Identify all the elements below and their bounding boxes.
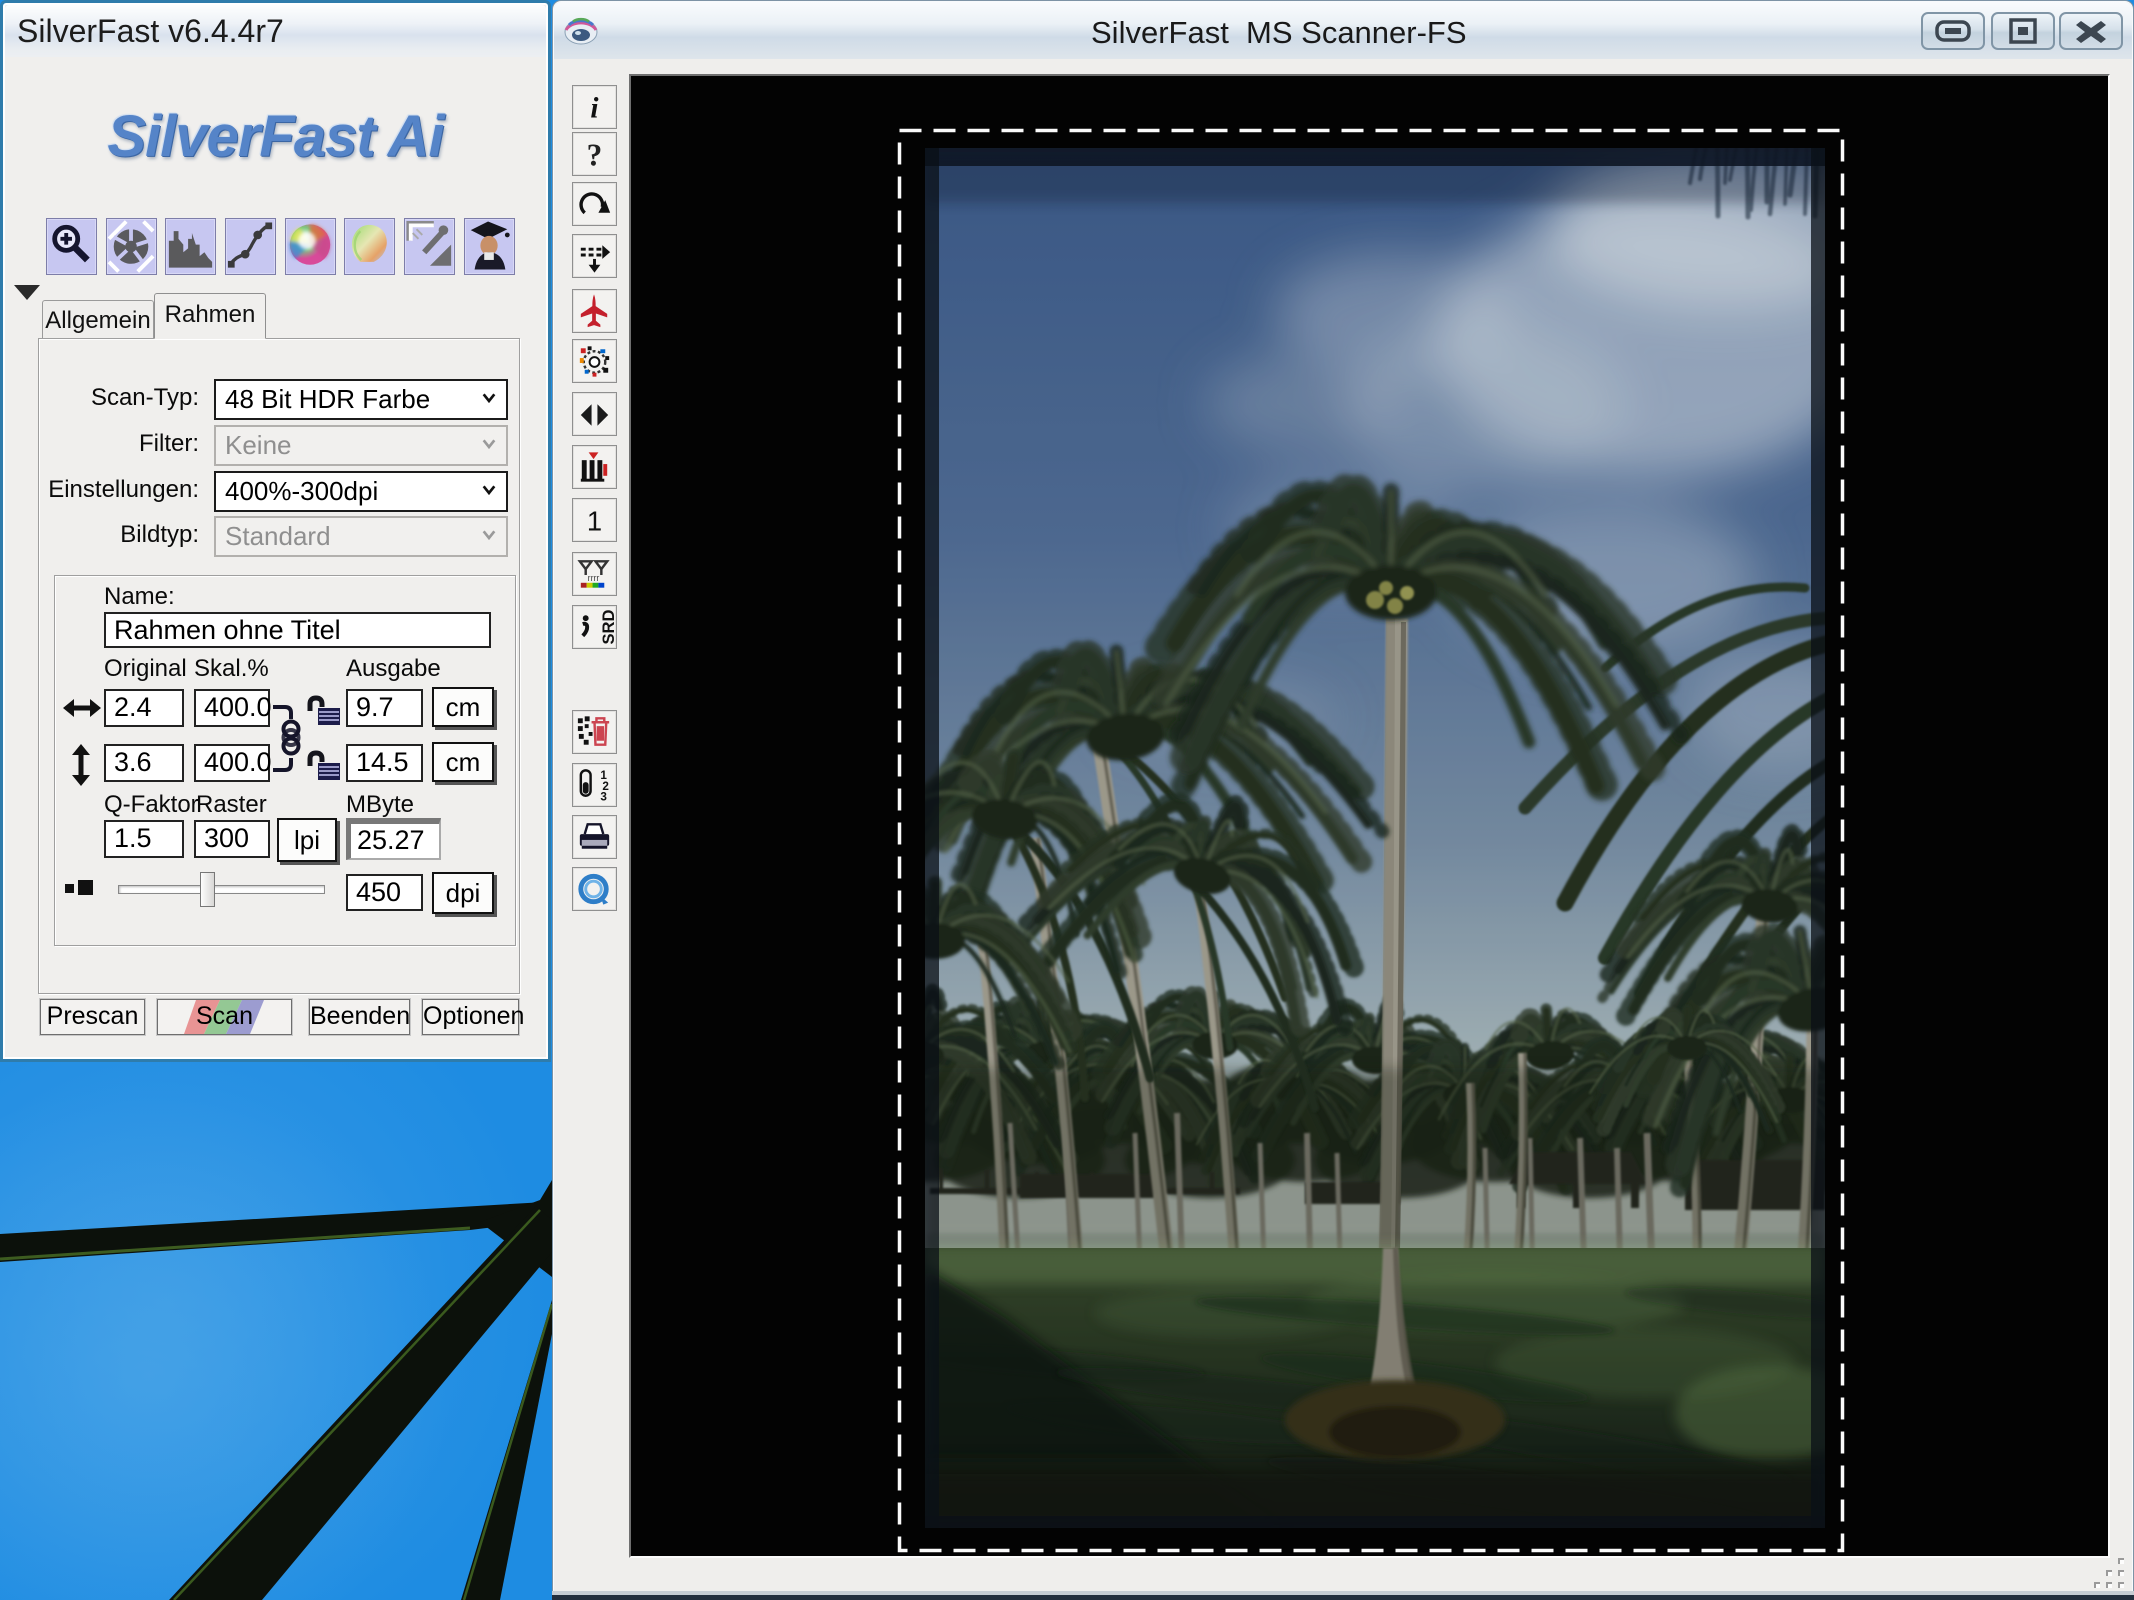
svg-text:?: ? bbox=[587, 138, 603, 173]
svg-text:3: 3 bbox=[600, 791, 607, 804]
svg-text:rrrr: rrrr bbox=[588, 573, 600, 583]
svg-text:SRD: SRD bbox=[599, 609, 616, 644]
svg-text:1: 1 bbox=[587, 506, 602, 537]
svg-text:i: i bbox=[590, 93, 599, 125]
